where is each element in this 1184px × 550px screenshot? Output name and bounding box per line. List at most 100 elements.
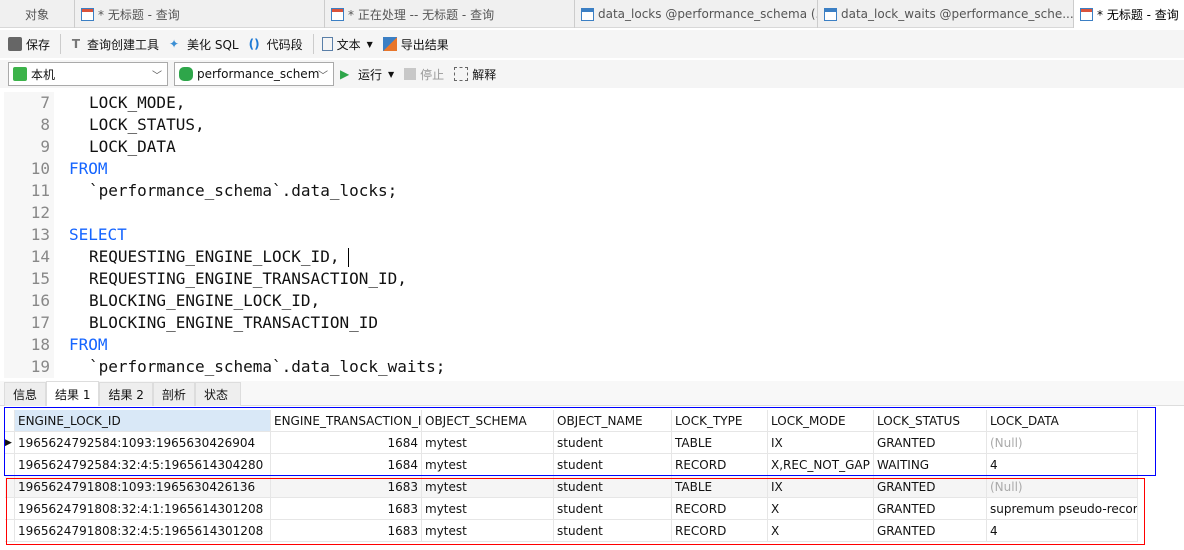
result-grid[interactable]: ENGINE_LOCK_ID ENGINE_TRANSACTION_ID OBJEC…: [5, 410, 1138, 542]
column-header[interactable]: LOCK_MODE: [768, 410, 874, 432]
table-cell[interactable]: X,REC_NOT_GAP: [768, 454, 874, 476]
chevron-down-icon: ﹀: [152, 71, 162, 82]
query-builder-button[interactable]: T 查询创建工具: [69, 36, 159, 53]
beautify-sql-button[interactable]: ✦ 美化 SQL: [169, 36, 239, 53]
table-cell[interactable]: (Null): [987, 432, 1138, 454]
table-cell[interactable]: GRANTED: [874, 520, 987, 542]
table-cell[interactable]: student: [554, 520, 672, 542]
code-line: LOCK_MODE,: [89, 93, 186, 112]
table-cell[interactable]: 1684: [271, 432, 422, 454]
table-cell[interactable]: X: [768, 520, 874, 542]
current-row-arrow-icon: ▶: [5, 432, 15, 454]
table-cell[interactable]: 1684: [271, 454, 422, 476]
tab-data-locks[interactable]: data_locks @performance_schema (...: [575, 0, 818, 28]
tab-untitled-query-active[interactable]: * 无标题 - 查询: [1074, 0, 1184, 28]
table-row[interactable]: 1965624791808:1093:1965630426136 1683 myte…: [5, 476, 1138, 498]
table-cell[interactable]: student: [554, 498, 672, 520]
column-header[interactable]: ENGINE_LOCK_ID: [15, 410, 271, 432]
tab-result-1[interactable]: 结果 1: [46, 381, 100, 406]
table-cell[interactable]: GRANTED: [874, 498, 987, 520]
document-tabs: 对象 * 无标题 - 查询 * 正在处理 -- 无标题 - 查询 data_lo…: [0, 0, 1184, 28]
table-cell[interactable]: 1683: [271, 520, 422, 542]
table-cell[interactable]: mytest: [422, 454, 554, 476]
table-cell[interactable]: TABLE: [672, 432, 768, 454]
table-cell[interactable]: mytest: [422, 498, 554, 520]
table-cell[interactable]: student: [554, 476, 672, 498]
tab-label: 结果 1: [55, 387, 91, 402]
table-cell[interactable]: TABLE: [672, 476, 768, 498]
run-button[interactable]: ▶ 运行 ▼: [340, 66, 394, 83]
table-row[interactable]: 1965624791808:32:4:1:1965614301208 1683 my…: [5, 498, 1138, 520]
connection-value: 本机: [31, 67, 56, 82]
table-cell[interactable]: WAITING: [874, 454, 987, 476]
code-line: `performance_schema`.data_lock_waits;: [89, 357, 446, 376]
table-cell[interactable]: 4: [987, 454, 1138, 476]
table-cell[interactable]: mytest: [422, 520, 554, 542]
tab-untitled-query-1[interactable]: * 无标题 - 查询: [75, 0, 325, 28]
connection-select[interactable]: 本机 ﹀: [8, 62, 168, 86]
table-row[interactable]: ▶ 1965624792584:1093:1965630426904 1684 myt…: [5, 432, 1138, 454]
table-cell[interactable]: X: [768, 498, 874, 520]
explain-button[interactable]: 解释: [454, 66, 496, 83]
table-cell[interactable]: 1965624791808:1093:1965630426136: [15, 476, 271, 498]
column-header[interactable]: LOCK_TYPE: [672, 410, 768, 432]
table-cell[interactable]: mytest: [422, 432, 554, 454]
line-number: 8: [40, 115, 50, 134]
save-button[interactable]: 保存: [8, 36, 50, 53]
code-line: LOCK_DATA: [89, 137, 176, 156]
run-label: 运行: [358, 67, 383, 82]
table-cell[interactable]: (Null): [987, 476, 1138, 498]
tab-processing-query[interactable]: * 正在处理 -- 无标题 - 查询: [325, 0, 575, 28]
row-indicator: [5, 498, 15, 520]
table-cell[interactable]: student: [554, 432, 672, 454]
code-line: REQUESTING_ENGINE_TRANSACTION_ID,: [89, 269, 407, 288]
table-cell[interactable]: 1965624792584:1093:1965630426904: [15, 432, 271, 454]
tab-objects[interactable]: 对象: [0, 0, 75, 28]
table-cell[interactable]: 4: [987, 520, 1138, 542]
query-icon: [331, 7, 344, 21]
chevron-down-icon: ﹀: [318, 71, 328, 82]
column-header[interactable]: LOCK_STATUS: [874, 410, 987, 432]
table-cell[interactable]: RECORD: [672, 454, 768, 476]
table-cell[interactable]: RECORD: [672, 498, 768, 520]
table-cell[interactable]: 1683: [271, 498, 422, 520]
code-snippet-button[interactable]: () 代码段: [249, 36, 303, 53]
database-select[interactable]: performance_schem ﹀: [174, 62, 334, 86]
table-cell[interactable]: 1965624792584:32:4:5:1965614304280: [15, 454, 271, 476]
table-cell[interactable]: 1965624791808:32:4:5:1965614301208: [15, 520, 271, 542]
table-cell[interactable]: IX: [768, 432, 874, 454]
sql-editor[interactable]: 7 LOCK_MODE, 8 LOCK_STATUS, 9 LOCK_DATA 10 FROM…: [0, 92, 1184, 378]
table-cell[interactable]: RECORD: [672, 520, 768, 542]
tab-status[interactable]: 状态: [194, 382, 241, 406]
table-row[interactable]: 1965624792584:32:4:5:1965614304280 1684 my…: [5, 454, 1138, 476]
table-cell[interactable]: student: [554, 454, 672, 476]
stop-button[interactable]: 停止: [404, 66, 444, 83]
tab-data-lock-waits[interactable]: data_lock_waits @performance_sche...: [818, 0, 1074, 28]
table-cell[interactable]: GRANTED: [874, 432, 987, 454]
table-cell[interactable]: supremum pseudo-record: [987, 498, 1138, 520]
query-icon: [81, 7, 94, 21]
table-cell[interactable]: 1965624791808:32:4:1:1965614301208: [15, 498, 271, 520]
tab-info[interactable]: 信息: [4, 382, 47, 406]
table-cell[interactable]: 1683: [271, 476, 422, 498]
row-indicator: [5, 454, 15, 476]
line-number: 11: [30, 181, 50, 200]
column-header[interactable]: LOCK_DATA: [987, 410, 1138, 432]
table-cell[interactable]: GRANTED: [874, 476, 987, 498]
column-header[interactable]: OBJECT_NAME: [554, 410, 672, 432]
table-row[interactable]: 1965624791808:32:4:5:1965614301208 1683 my…: [5, 520, 1138, 542]
magic-wand-icon: ✦: [169, 37, 180, 51]
column-header[interactable]: ENGINE_TRANSACTION_ID: [271, 410, 422, 432]
code-line: BLOCKING_ENGINE_TRANSACTION_ID: [89, 313, 378, 332]
tab-label: 状态: [203, 388, 228, 402]
tab-profile[interactable]: 剖析: [152, 382, 195, 406]
play-icon: ▶: [340, 67, 350, 81]
main-toolbar: 保存 T 查询创建工具 ✦ 美化 SQL () 代码段 文本 ▼ 导出结果: [0, 30, 1184, 58]
export-results-button[interactable]: 导出结果: [382, 36, 449, 53]
table-cell[interactable]: mytest: [422, 476, 554, 498]
tab-result-2[interactable]: 结果 2: [99, 382, 153, 406]
text-dropdown-button[interactable]: 文本 ▼: [321, 36, 373, 53]
line-number: 12: [30, 203, 50, 222]
table-cell[interactable]: IX: [768, 476, 874, 498]
column-header[interactable]: OBJECT_SCHEMA: [422, 410, 554, 432]
